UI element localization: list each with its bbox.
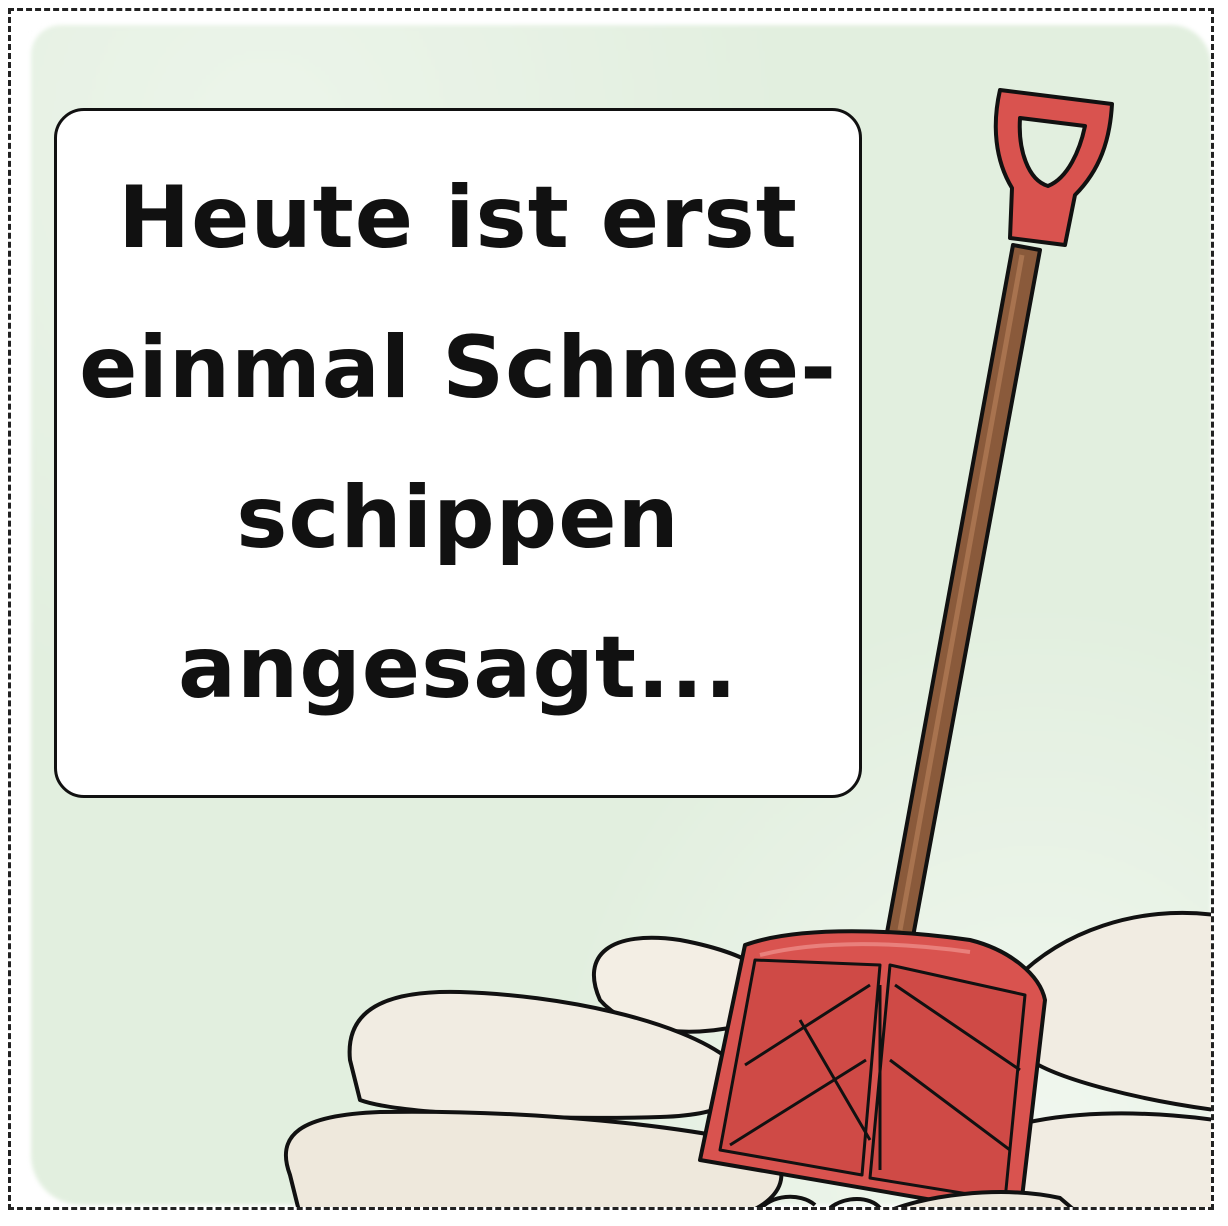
blade-inner-right (868, 963, 1027, 1202)
speech-line-2: einmal Schnee- (79, 318, 837, 418)
speech-bubble: Heute ist erst einmal Schnee- schippen a… (54, 108, 862, 798)
speech-line-4: angesagt... (177, 618, 739, 718)
snow-crumb (828, 1197, 882, 1207)
shovel-grip (993, 88, 1114, 247)
speech-line-3: schippen (236, 468, 680, 568)
speech-line-1: Heute ist erst (118, 168, 798, 268)
shovel-handle (884, 243, 1042, 944)
